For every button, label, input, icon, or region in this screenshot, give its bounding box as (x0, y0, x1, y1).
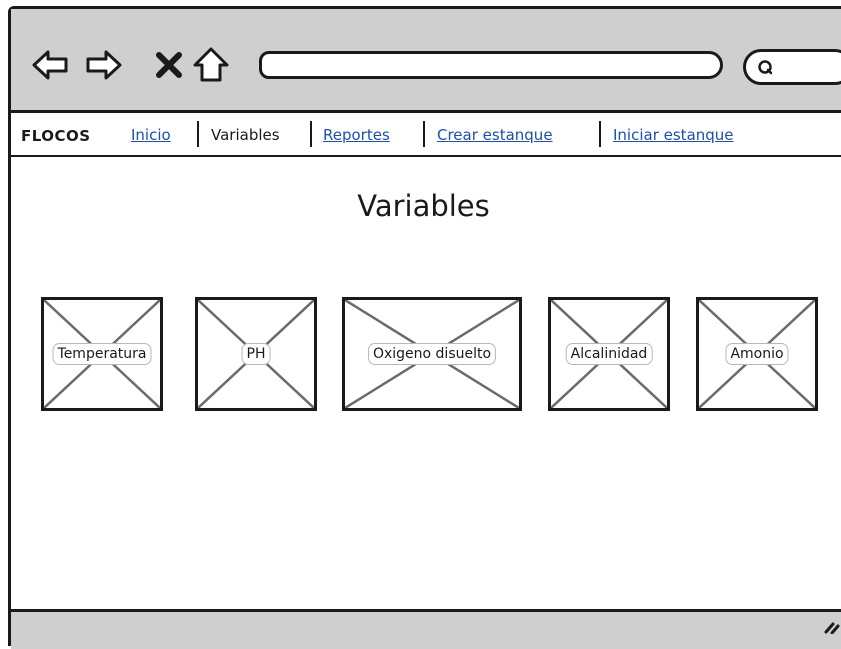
menu-divider (599, 121, 601, 147)
search-icon (758, 60, 773, 75)
menu-divider (423, 121, 425, 147)
variable-tile-temperatura[interactable]: Temperatura (41, 297, 163, 411)
variable-tile-amonio[interactable]: Amonio (696, 297, 818, 411)
variable-tile-oxigeno-disuelto[interactable]: Oxigeno disuelto (342, 297, 522, 411)
menu-item-iniciar-estanque[interactable]: Iniciar estanque (613, 126, 734, 144)
search-input[interactable] (743, 49, 841, 85)
menu-divider (197, 121, 199, 147)
tile-label: Oxigeno disuelto (367, 343, 497, 365)
forward-button[interactable] (83, 45, 123, 85)
tile-label: Alcalinidad (565, 343, 653, 365)
tile-label: PH (241, 343, 271, 365)
brand-logo: FLOCOS (21, 127, 91, 145)
menu-item-variables[interactable]: Variables (211, 126, 280, 144)
tile-label: Temperatura (52, 343, 152, 365)
stop-button[interactable] (149, 45, 189, 85)
status-bar (11, 609, 841, 649)
menu-item-reportes[interactable]: Reportes (323, 126, 390, 144)
resize-grip-icon[interactable] (823, 618, 841, 634)
back-button[interactable] (31, 45, 71, 85)
arrow-right-icon (86, 50, 122, 80)
browser-window: FLOCOS Inicio Variables Reportes Crear e… (8, 6, 841, 649)
menu-item-crear-estanque[interactable]: Crear estanque (437, 126, 553, 144)
url-input[interactable] (259, 51, 723, 79)
variable-tile-alcalinidad[interactable]: Alcalinidad (548, 297, 670, 411)
home-button[interactable] (191, 45, 231, 85)
variable-tile-ph[interactable]: PH (195, 297, 317, 411)
browser-toolbar (11, 9, 841, 113)
arrow-left-icon (32, 50, 68, 80)
tile-label: Amonio (725, 343, 789, 365)
menu-item-inicio[interactable]: Inicio (131, 126, 171, 144)
nav-menu: FLOCOS Inicio Variables Reportes Crear e… (11, 113, 841, 157)
menu-divider (310, 121, 312, 147)
close-icon (156, 52, 182, 78)
home-icon (193, 47, 229, 82)
page-title: Variables (357, 189, 490, 223)
